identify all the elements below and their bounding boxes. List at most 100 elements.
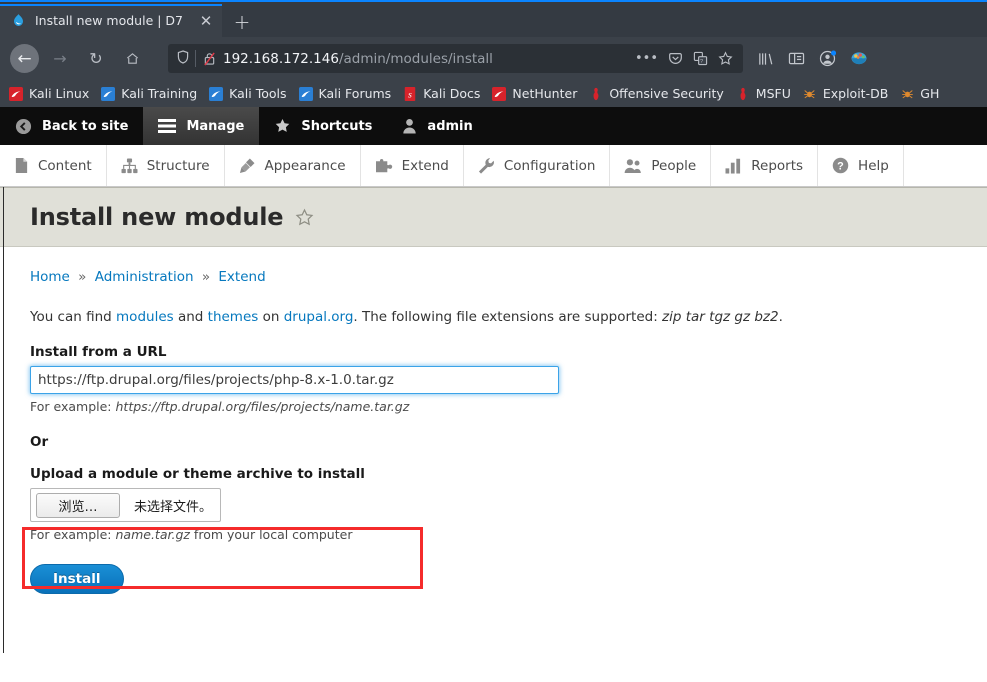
bookmark-label: Kali Tools xyxy=(229,86,287,101)
supported-extensions: zip tar tgz gz bz2 xyxy=(662,309,779,325)
forward-button[interactable]: → xyxy=(45,44,75,74)
star-outline-icon[interactable] xyxy=(718,51,733,66)
shield-icon[interactable] xyxy=(174,50,195,67)
bookmark-label: Kali Docs xyxy=(423,86,481,101)
svg-text:?: ? xyxy=(700,59,703,65)
pocket-icon[interactable] xyxy=(668,51,683,66)
admin-tab-help[interactable]: ? Help xyxy=(818,145,904,186)
breadcrumb-extend[interactable]: Extend xyxy=(218,269,265,285)
bars-chart-icon xyxy=(725,158,742,174)
bookmark-offensive-security[interactable]: Offensive Security xyxy=(588,86,724,102)
reload-button[interactable]: ↻ xyxy=(81,44,111,74)
install-from-url-input[interactable] xyxy=(30,366,559,394)
translate-icon[interactable]: ? xyxy=(693,51,708,66)
page-content: Home » Administration » Extend You can f… xyxy=(0,247,987,594)
offsec-icon xyxy=(735,86,751,102)
url-hint-example: https://ftp.drupal.org/files/projects/na… xyxy=(115,399,410,414)
admin-tab-label: Configuration xyxy=(503,157,596,174)
install-button[interactable]: Install xyxy=(30,564,124,594)
breadcrumb-administration[interactable]: Administration xyxy=(95,269,194,285)
page-body: Install new module Home » Administration… xyxy=(0,187,987,681)
admin-tab-reports[interactable]: Reports xyxy=(711,145,819,186)
browser-tab[interactable]: Install new module | D7 ✕ xyxy=(0,4,222,37)
bookmark-label: GH xyxy=(920,86,940,101)
tab-strip: Install new module | D7 ✕ + xyxy=(0,2,987,37)
admin-item-label: admin xyxy=(427,118,473,134)
new-tab-button[interactable]: + xyxy=(226,7,258,37)
admin-tab-configuration[interactable]: Configuration xyxy=(464,145,611,186)
kali-dragon-blue-icon xyxy=(100,86,116,102)
admin-tab-people[interactable]: People xyxy=(610,145,712,186)
browse-button[interactable]: 浏览… xyxy=(36,492,120,518)
user-icon xyxy=(402,118,417,134)
address-bar[interactable]: 192.168.172.146/admin/modules/install ••… xyxy=(168,44,743,73)
kali-docs-icon: s xyxy=(402,86,418,102)
bookmark-exploit-db[interactable]: Exploit-DB xyxy=(802,86,888,102)
library-icon[interactable] xyxy=(757,51,774,67)
admin-menu-filler xyxy=(904,145,987,186)
spider-icon xyxy=(802,86,818,102)
bookmark-kali-linux[interactable]: Kali Linux xyxy=(8,86,89,102)
admin-tab-structure[interactable]: Structure xyxy=(107,145,225,186)
themes-link[interactable]: themes xyxy=(208,309,259,325)
url-field-hint: For example: https://ftp.drupal.org/file… xyxy=(30,399,987,414)
admin-tab-appearance[interactable]: Appearance xyxy=(225,145,361,186)
star-outline-icon[interactable] xyxy=(295,208,314,227)
breadcrumb-separator: » xyxy=(78,269,87,285)
extensions-icon[interactable] xyxy=(850,51,868,67)
paintbrush-icon xyxy=(239,157,256,174)
page-actions-icon[interactable]: ••• xyxy=(635,51,658,66)
bookmark-msfu[interactable]: MSFU xyxy=(735,86,791,102)
kali-dragon-blue-icon xyxy=(298,86,314,102)
toolbar-icons xyxy=(757,50,868,67)
navigation-toolbar: ← → ↻ 192.168.172.146/admin/modules/inst… xyxy=(0,37,987,80)
upload-hint-prefix: For example: xyxy=(30,527,116,542)
bookmark-kali-docs[interactable]: s Kali Docs xyxy=(402,86,480,102)
breadcrumb-home[interactable]: Home xyxy=(30,269,70,285)
upload-hint-example: name.tar.gz xyxy=(115,527,190,542)
intro-part-4: . The following file extensions are supp… xyxy=(353,309,663,325)
back-circle-icon xyxy=(15,118,32,135)
url-divider xyxy=(195,50,196,67)
broken-lock-icon[interactable] xyxy=(203,52,216,66)
install-from-url-label: Install from a URL xyxy=(30,344,167,360)
file-upload-control[interactable]: 浏览… 未选择文件。 xyxy=(30,488,222,522)
tab-title: Install new module | D7 xyxy=(35,13,183,28)
account-icon[interactable] xyxy=(819,50,836,67)
admin-tab-content[interactable]: Content xyxy=(0,145,107,186)
url-actions: ••• ? xyxy=(635,51,737,66)
close-icon[interactable]: ✕ xyxy=(196,11,216,31)
or-label: Or xyxy=(30,434,49,450)
admin-tab-extend[interactable]: Extend xyxy=(361,145,464,186)
back-button[interactable]: ← xyxy=(10,44,39,73)
url-host: 192.168.172.146 xyxy=(223,50,339,67)
admin-back-to-site[interactable]: Back to site xyxy=(0,107,143,145)
bookmark-nethunter[interactable]: NetHunter xyxy=(491,86,577,102)
drupal-org-link[interactable]: drupal.org xyxy=(284,309,354,325)
admin-tab-label: Structure xyxy=(146,157,210,174)
admin-item-label: Shortcuts xyxy=(301,118,373,134)
puzzle-icon xyxy=(375,158,393,174)
home-button[interactable] xyxy=(117,44,147,74)
admin-tab-label: Reports xyxy=(751,157,804,174)
admin-manage[interactable]: Manage xyxy=(143,107,260,145)
sitemap-icon xyxy=(121,157,138,174)
bookmark-kali-training[interactable]: Kali Training xyxy=(100,86,197,102)
sidebar-icon[interactable] xyxy=(788,51,805,66)
bookmark-kali-tools[interactable]: Kali Tools xyxy=(208,86,287,102)
admin-tab-label: Appearance xyxy=(264,157,346,174)
intro-part-5: . xyxy=(778,309,783,325)
modules-link[interactable]: modules xyxy=(116,309,174,325)
upload-hint: For example: name.tar.gz from your local… xyxy=(30,527,987,542)
admin-user[interactable]: admin xyxy=(387,107,487,145)
admin-shortcuts[interactable]: Shortcuts xyxy=(259,107,387,145)
bookmark-label: Exploit-DB xyxy=(822,86,889,101)
kali-dragon-red-icon xyxy=(8,86,24,102)
active-tab-accent xyxy=(0,4,222,6)
bookmark-label: Kali Training xyxy=(121,86,198,101)
url-hint-prefix: For example: xyxy=(30,399,116,414)
bookmark-label: NetHunter xyxy=(512,86,578,101)
admin-tab-label: Help xyxy=(858,157,889,174)
bookmark-kali-forums[interactable]: Kali Forums xyxy=(298,86,391,102)
bookmark-gh[interactable]: GH xyxy=(899,86,939,102)
